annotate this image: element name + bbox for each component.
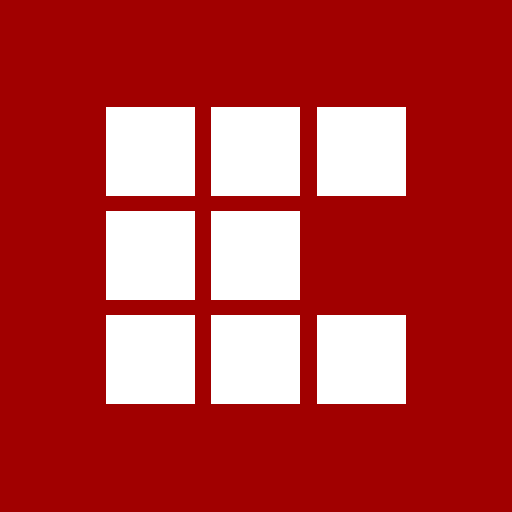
grid-tile-r3-c2 <box>211 315 300 404</box>
grid-tile-r3-c3 <box>317 315 406 404</box>
grid-tile-r2-c2 <box>211 211 300 300</box>
grid-tile-r2-c1 <box>106 211 195 300</box>
grid-tile-r1-c3 <box>317 107 406 196</box>
grid-tile-r1-c2 <box>211 107 300 196</box>
grid-logo-icon <box>0 0 512 512</box>
grid-tile-r3-c1 <box>106 315 195 404</box>
grid-tile-r1-c1 <box>106 107 195 196</box>
